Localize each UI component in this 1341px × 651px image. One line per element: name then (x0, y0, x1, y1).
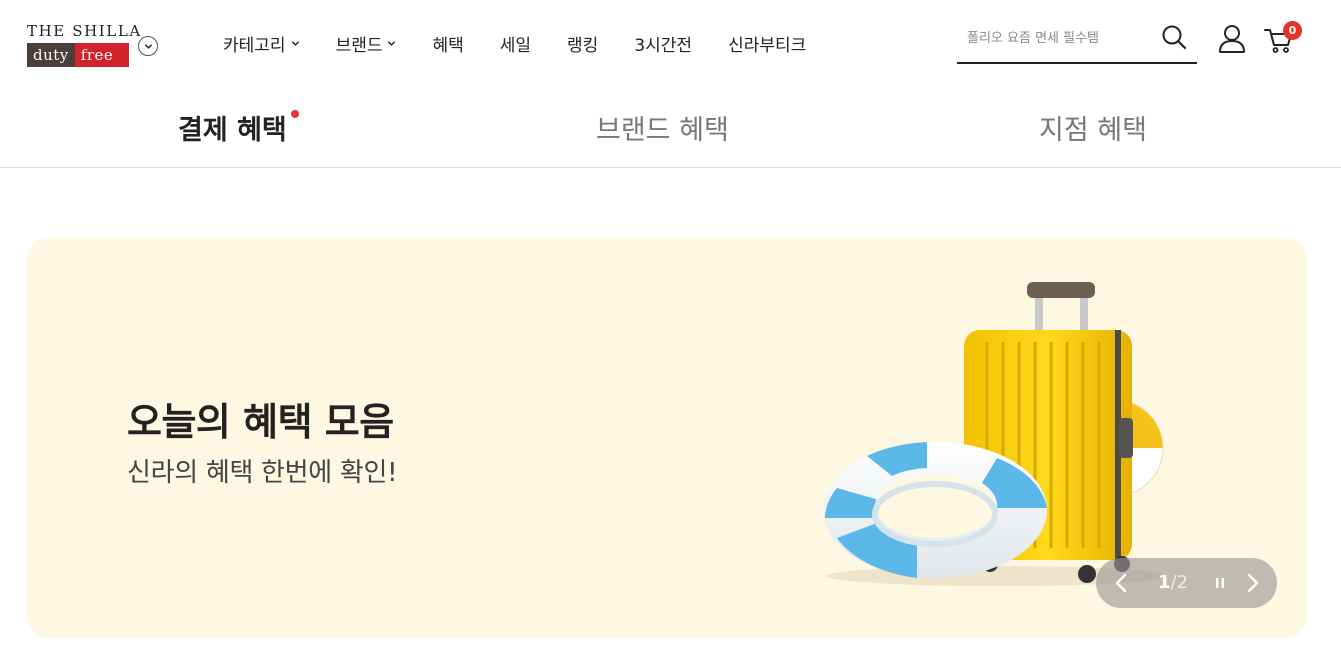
logo-badge: duty free (27, 43, 129, 67)
nav-item-label: 3시간전 (634, 35, 693, 56)
logo-wordmark: THE SHILLA (27, 22, 142, 40)
new-indicator-dot (291, 110, 299, 118)
nav-item-brand[interactable]: 브랜드 (336, 31, 397, 56)
nav-item-label: 혜택 (432, 35, 464, 56)
banner-pager: 1/2 (1096, 558, 1277, 608)
travel-illustration (823, 282, 1167, 586)
tab-payment-benefit[interactable]: 결제 혜택 (178, 108, 287, 147)
nav-item-benefit[interactable]: 혜택 (432, 31, 463, 56)
chevron-down-icon (291, 40, 299, 46)
search-input[interactable] (967, 26, 1157, 50)
banner-subtitle: 신라의 혜택 한번에 확인! (127, 458, 398, 488)
nav-item-category[interactable]: 카테고리 (223, 31, 300, 56)
site-header: THE SHILLA duty free 카테고리 브랜드 혜택 세일 랭킹 3… (0, 0, 1341, 88)
logo-free-text: free (74, 43, 129, 67)
logo-duty-text: duty (27, 43, 75, 67)
nav-item-label: 신라부티크 (728, 35, 807, 56)
tab-brand-benefit[interactable]: 브랜드 혜택 (596, 108, 729, 147)
shilla-logo[interactable]: THE SHILLA duty free (27, 22, 142, 69)
nav-item-label: 카테고리 (223, 35, 286, 56)
search-icon[interactable] (1161, 24, 1187, 50)
search-bar (957, 18, 1197, 64)
nav-item-ranking[interactable]: 랭킹 (567, 31, 598, 56)
banner-title: 오늘의 혜택 모음 (127, 400, 394, 444)
pause-icon[interactable] (1213, 575, 1227, 591)
cart-count-badge: 0 (1283, 21, 1302, 40)
slide-total: 2 (1176, 572, 1189, 593)
nav-item-boutique[interactable]: 신라부티크 (728, 31, 806, 56)
nav-item-label: 랭킹 (567, 35, 599, 56)
nav-item-3hours[interactable]: 3시간전 (634, 31, 692, 56)
tab-store-benefit[interactable]: 지점 혜택 (1039, 108, 1147, 147)
site-switch-toggle[interactable] (138, 36, 158, 56)
chevron-down-icon (388, 40, 396, 46)
main-nav: 카테고리 브랜드 혜택 세일 랭킹 3시간전 신라부티크 (223, 30, 842, 56)
chevron-down-icon (144, 43, 152, 49)
promo-banner[interactable]: 오늘의 혜택 모음 신라의 혜택 한번에 확인! 1/2 (27, 238, 1307, 638)
benefit-tabs: 결제 혜택 브랜드 혜택 지점 혜택 (0, 88, 1341, 168)
chevron-right-icon[interactable] (1240, 571, 1264, 595)
slide-counter: 1/2 (1158, 572, 1188, 593)
user-icon[interactable] (1218, 24, 1246, 54)
slide-current: 1 (1158, 572, 1171, 593)
nav-item-label: 브랜드 (335, 35, 383, 56)
chevron-left-icon[interactable] (1110, 571, 1134, 595)
nav-item-label: 세일 (499, 35, 532, 56)
nav-item-sale[interactable]: 세일 (500, 31, 531, 56)
swim-ring-icon (823, 442, 1047, 578)
